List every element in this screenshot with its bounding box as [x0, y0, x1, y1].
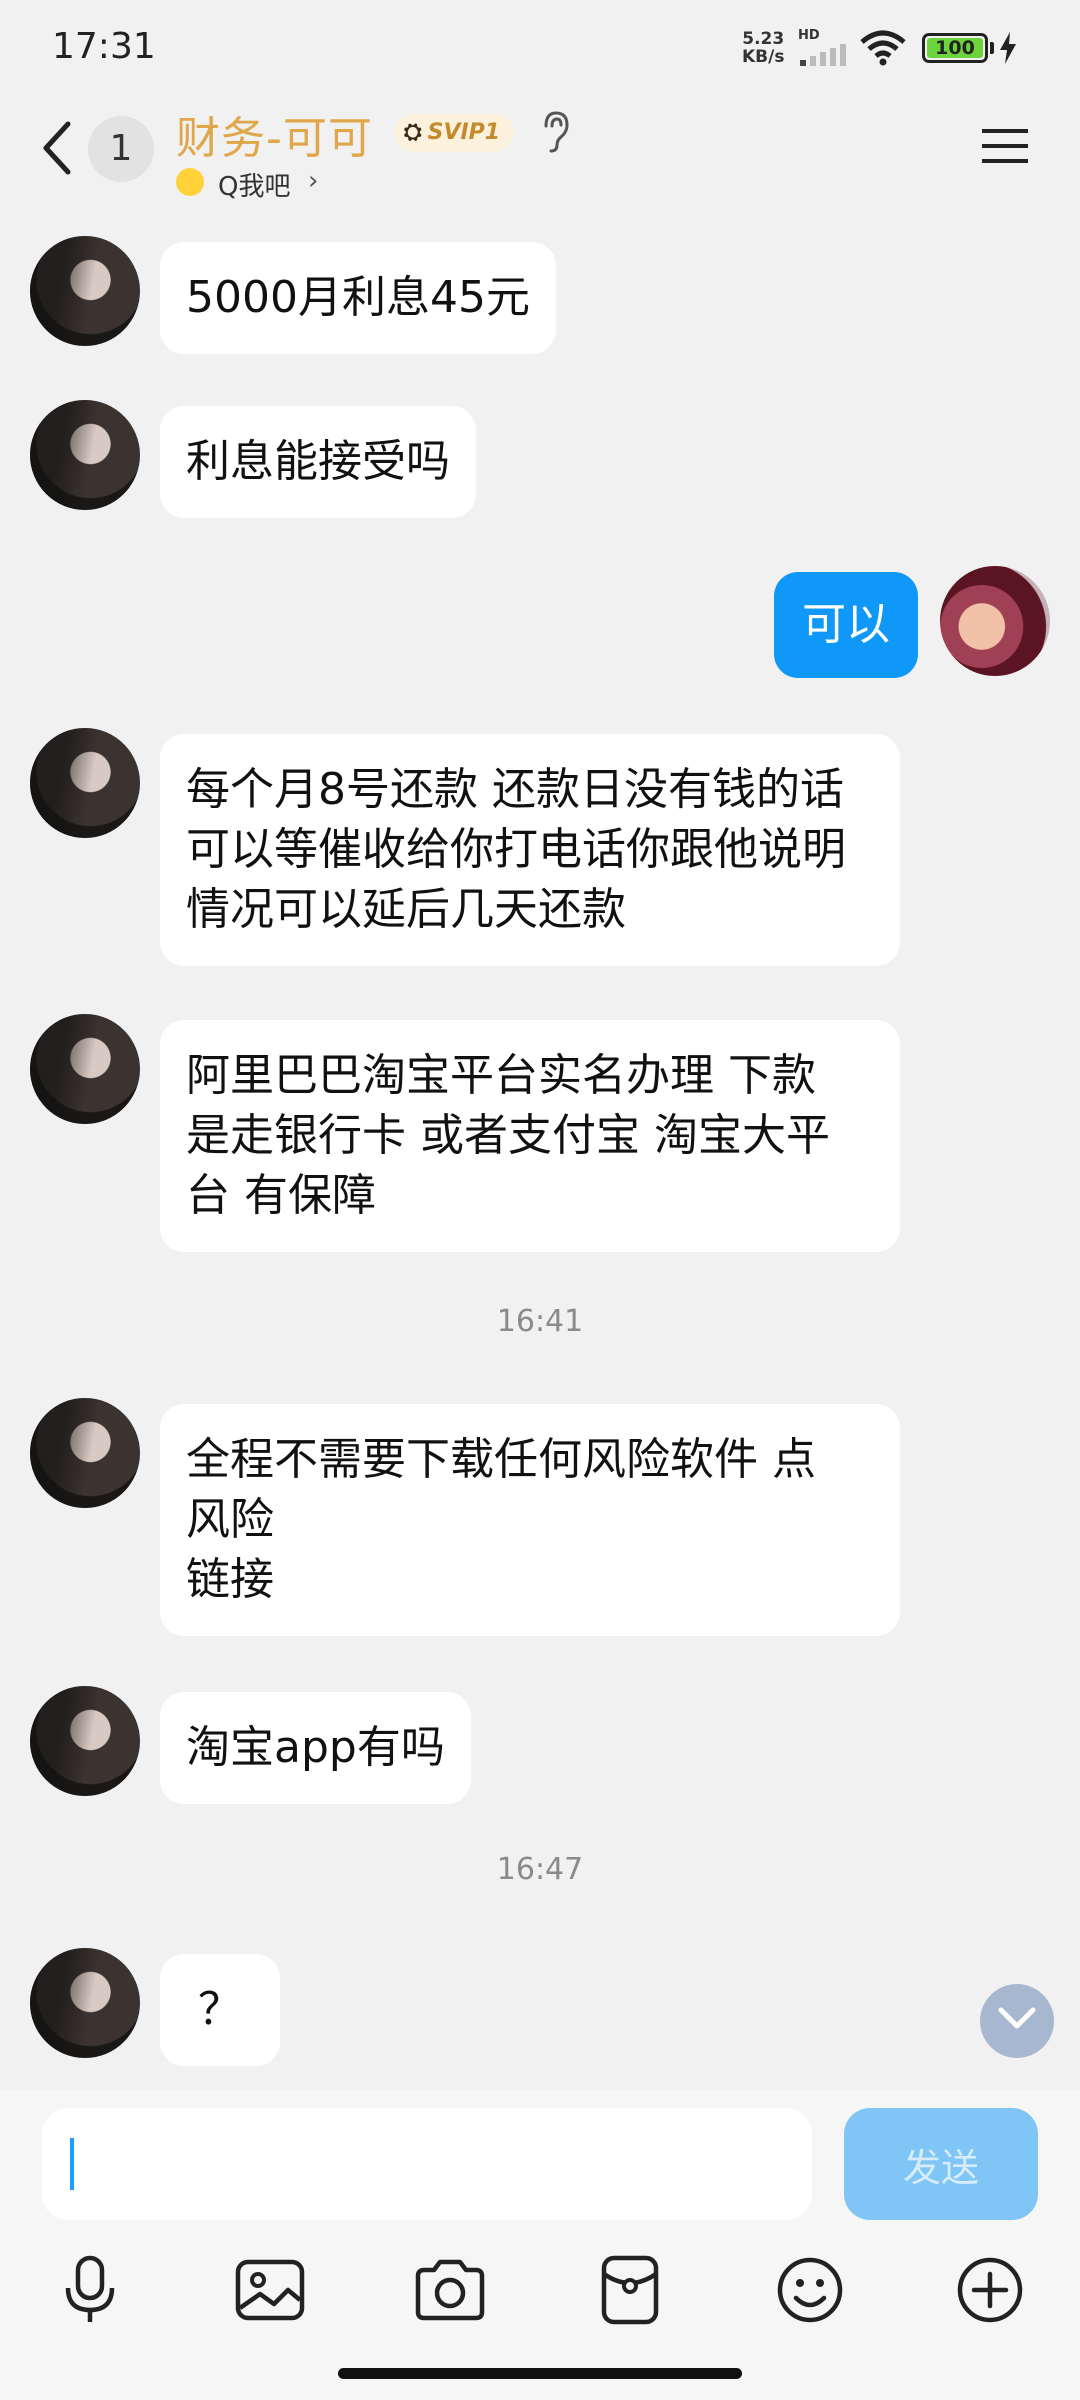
- contact-avatar[interactable]: [30, 1948, 140, 2058]
- network-speed: 5.23 KB/s: [742, 30, 784, 66]
- message-bubble[interactable]: 淘宝app有吗: [160, 1692, 471, 1804]
- signal-icon: [800, 44, 846, 66]
- contact-avatar[interactable]: [30, 728, 140, 838]
- chevron-right-icon[interactable]: ›: [308, 166, 318, 196]
- back-icon[interactable]: [38, 118, 74, 178]
- message-input[interactable]: [42, 2108, 812, 2220]
- battery-level: 100: [927, 38, 983, 58]
- vip-badge[interactable]: ⛭ SVIP1: [394, 114, 515, 152]
- wifi-icon: [860, 30, 906, 66]
- menu-icon[interactable]: [980, 126, 1030, 166]
- network-speed-unit: KB/s: [742, 47, 785, 67]
- hd-badge: HD: [798, 28, 820, 43]
- composer-bar: 发送: [0, 2090, 1080, 2400]
- chat-header: 1 财务-可可 ⛭ SVIP1 Q我吧 ›: [0, 96, 1080, 206]
- message-bubble[interactable]: 阿里巴巴淘宝平台实名办理 下款 是走银行卡 或者支付宝 淘宝大平 台 有保障: [160, 1020, 900, 1252]
- contact-avatar[interactable]: [30, 400, 140, 510]
- battery-icon: 100: [922, 33, 988, 63]
- send-button[interactable]: 发送: [844, 2108, 1038, 2220]
- text-caret: [70, 2138, 74, 2190]
- emoji-icon[interactable]: [770, 2250, 850, 2330]
- contact-avatar[interactable]: [30, 1398, 140, 1508]
- network-speed-value: 5.23: [742, 29, 785, 49]
- red-packet-icon[interactable]: [590, 2250, 670, 2330]
- status-bar: 17:31 5.23 KB/s HD 100: [0, 0, 1080, 96]
- status-sub-label[interactable]: Q我吧: [218, 166, 290, 203]
- camera-icon[interactable]: [410, 2250, 490, 2330]
- contact-avatar[interactable]: [30, 1014, 140, 1124]
- timestamp-separator: 16:41: [496, 1304, 584, 1339]
- smile-emoji-icon: [176, 168, 204, 196]
- crown-icon: ⛭: [404, 120, 422, 145]
- status-time: 17:31: [52, 26, 156, 67]
- vip-label: SVIP1: [427, 120, 501, 145]
- ear-icon[interactable]: [540, 110, 570, 154]
- message-bubble[interactable]: 5000月利息45元: [160, 242, 556, 354]
- message-bubble[interactable]: 利息能接受吗: [160, 406, 476, 518]
- my-message-bubble[interactable]: 可以: [774, 572, 918, 678]
- my-avatar[interactable]: [940, 566, 1050, 676]
- plus-icon[interactable]: [950, 2250, 1030, 2330]
- chevron-down-icon: [998, 2007, 1036, 2029]
- contact-name[interactable]: 财务-可可: [176, 102, 373, 166]
- home-indicator[interactable]: [338, 2368, 742, 2379]
- message-bubble[interactable]: ？: [160, 1954, 280, 2066]
- charging-icon: [1000, 32, 1016, 64]
- timestamp-separator: 16:47: [496, 1852, 584, 1887]
- mic-icon[interactable]: [50, 2250, 130, 2330]
- message-bubble[interactable]: 每个月8号还款 还款日没有钱的话 可以等催收给你打电话你跟他说明 情况可以延后几…: [160, 734, 900, 966]
- scroll-to-bottom-button[interactable]: [980, 1984, 1054, 2058]
- battery-tip: [990, 42, 994, 54]
- message-bubble[interactable]: 全程不需要下载任何风险软件 点 风险 链接: [160, 1404, 900, 1636]
- image-icon[interactable]: [230, 2250, 310, 2330]
- contact-avatar[interactable]: [30, 236, 140, 346]
- contact-avatar[interactable]: [30, 1686, 140, 1796]
- unread-count-badge[interactable]: 1: [88, 116, 154, 182]
